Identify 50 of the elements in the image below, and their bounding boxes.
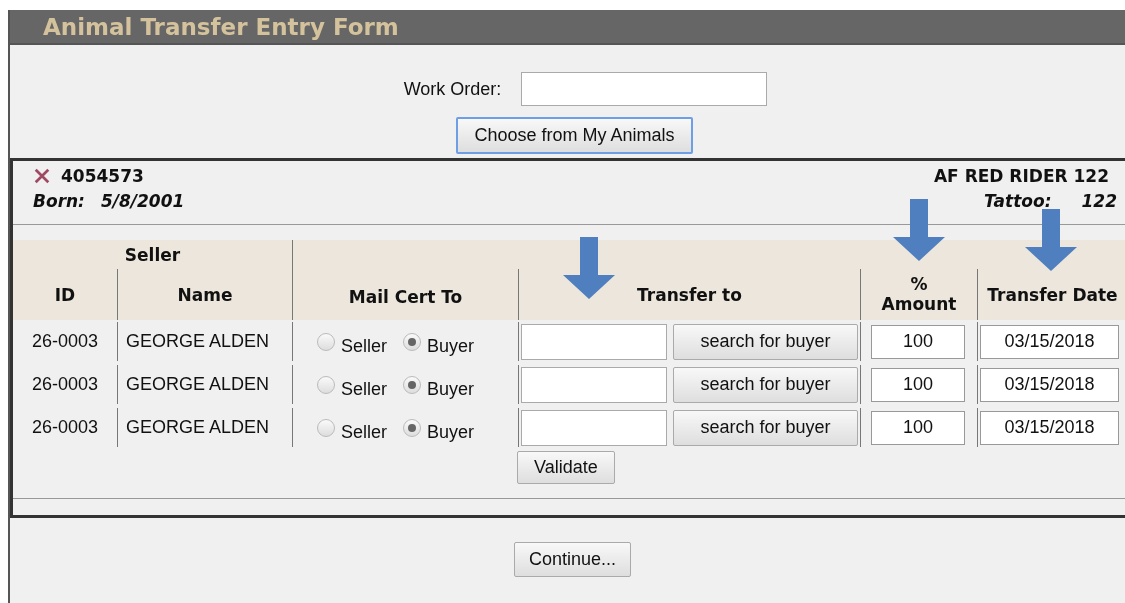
search-buyer-button[interactable]: search for buyer <box>673 323 858 360</box>
animal-id: 4054573 <box>61 166 144 186</box>
amount-field[interactable]: 100 <box>871 367 965 402</box>
tattoo-label: Tattoo: <box>984 191 1052 211</box>
amount-field[interactable]: 100 <box>871 324 965 359</box>
table-cell: 26-0003 <box>31 374 99 395</box>
tattoo-value: 122 <box>1081 191 1117 211</box>
table-cell: 26-0003 <box>31 331 99 352</box>
radio-label: Seller <box>341 336 388 357</box>
radio-label: Seller <box>341 379 388 400</box>
date-field[interactable]: 03/15/2018 <box>980 410 1119 445</box>
column-header: % Amount <box>880 274 958 315</box>
born-date: 5/8/2001 <box>100 191 185 211</box>
search-buyer-button[interactable]: search for buyer <box>673 366 858 403</box>
transfer-to-field[interactable] <box>521 323 667 360</box>
column-header: Seller <box>123 243 182 267</box>
radio-button[interactable] <box>403 375 422 394</box>
work-order-field[interactable] <box>521 72 768 106</box>
radio-label: Buyer <box>427 379 475 400</box>
transfer-to-field[interactable] <box>521 409 667 446</box>
column-header: Name <box>177 284 233 305</box>
work-order-label: Work Order: <box>403 78 502 100</box>
amount-field[interactable]: 100 <box>871 410 965 445</box>
date-field[interactable]: 03/15/2018 <box>980 367 1119 402</box>
radio-button[interactable] <box>317 332 335 351</box>
transfer-to-field[interactable] <box>521 366 667 403</box>
animal-name: AF RED RIDER 122 <box>933 166 1109 186</box>
column-header: Transfer Date <box>987 284 1118 305</box>
radio-button[interactable] <box>403 418 422 437</box>
radio-label: Seller <box>341 422 388 443</box>
radio-button[interactable] <box>403 332 422 351</box>
column-header: ID <box>54 284 76 305</box>
born-label: Born: <box>33 191 85 211</box>
date-field[interactable]: 03/15/2018 <box>980 324 1119 359</box>
radio-label: Buyer <box>427 336 475 357</box>
validate-button[interactable]: Validate <box>517 451 615 484</box>
continue-button[interactable]: Continue... <box>513 542 632 577</box>
remove-icon[interactable] <box>33 167 51 185</box>
choose-animals-button[interactable]: Choose from My Animals <box>456 117 693 154</box>
radio-button[interactable] <box>317 418 335 437</box>
table-cell: GEORGE ALDEN <box>126 331 270 352</box>
column-header: Mail Cert To <box>348 287 463 307</box>
table-cell: GEORGE ALDEN <box>126 417 270 438</box>
table-cell: GEORGE ALDEN <box>126 374 270 395</box>
radio-label: Buyer <box>427 422 475 443</box>
table-cell: 26-0003 <box>31 417 99 438</box>
radio-button[interactable] <box>317 375 335 394</box>
search-buyer-button[interactable]: search for buyer <box>673 409 858 446</box>
form-title: Animal Transfer Entry Form <box>43 13 399 40</box>
column-header: Transfer to <box>637 284 742 305</box>
